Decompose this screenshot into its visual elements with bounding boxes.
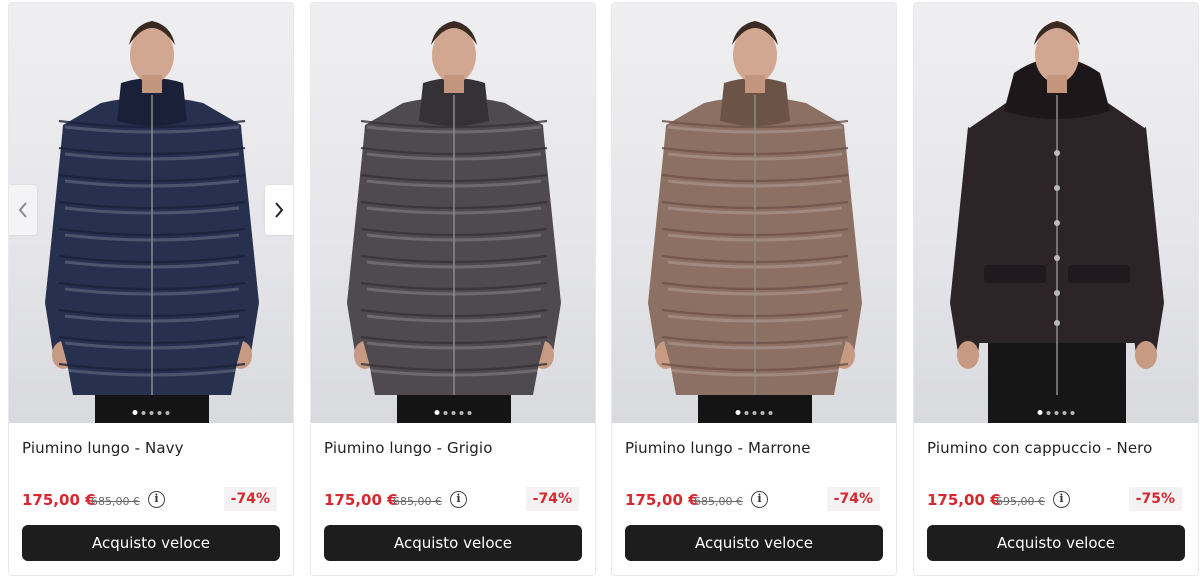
carousel-dot[interactable] — [752, 410, 757, 415]
carousel-dot[interactable] — [165, 410, 170, 415]
chevron-left-icon — [18, 202, 27, 218]
carousel-dots — [1037, 410, 1075, 415]
carousel-dot[interactable] — [157, 410, 162, 415]
discount-badge: -74% — [826, 487, 880, 511]
info-icon[interactable]: i — [450, 491, 467, 508]
carousel-dot[interactable] — [149, 410, 154, 415]
info-icon[interactable]: i — [148, 491, 165, 508]
original-price: 695,00 € — [996, 495, 1045, 508]
carousel-dot[interactable] — [434, 410, 440, 415]
sale-price: 175,00 € — [927, 491, 1001, 509]
carousel-prev-button[interactable] — [9, 185, 37, 235]
price-row: 175,00 € 695,00 € i -75% — [927, 487, 1185, 513]
quick-buy-button[interactable]: Acquisto veloce — [324, 525, 582, 561]
product-photo[interactable] — [612, 3, 896, 423]
chevron-right-icon — [275, 202, 284, 218]
original-price: 685,00 € — [91, 495, 140, 508]
carousel-dot[interactable] — [1062, 410, 1067, 415]
sale-price: 175,00 € — [22, 491, 96, 509]
carousel-dot[interactable] — [443, 410, 448, 415]
discount-badge: -74% — [223, 487, 277, 511]
product-photo[interactable] — [9, 3, 293, 423]
product-card[interactable]: Piumino lungo - Grigio 175,00 € 685,00 €… — [310, 2, 596, 576]
product-photo[interactable] — [311, 3, 595, 423]
discount-badge: -75% — [1128, 487, 1182, 511]
discount-badge: -74% — [525, 487, 579, 511]
carousel-dot[interactable] — [132, 410, 138, 415]
product-title[interactable]: Piumino lungo - Marrone — [625, 439, 811, 457]
carousel-dot[interactable] — [760, 410, 765, 415]
price-row: 175,00 € 685,00 € i -74% — [625, 487, 883, 513]
sale-price: 175,00 € — [324, 491, 398, 509]
product-image-carousel[interactable] — [612, 3, 896, 423]
product-title[interactable]: Piumino lungo - Grigio — [324, 439, 492, 457]
info-icon[interactable]: i — [751, 491, 768, 508]
carousel-dot[interactable] — [1037, 410, 1043, 415]
product-card[interactable]: Piumino con cappuccio - Nero 175,00 € 69… — [913, 2, 1199, 576]
original-price: 685,00 € — [393, 495, 442, 508]
quick-buy-button[interactable]: Acquisto veloce — [22, 525, 280, 561]
carousel-dot[interactable] — [451, 410, 456, 415]
price-row: 175,00 € 685,00 € i -74% — [22, 487, 280, 513]
product-image-carousel[interactable] — [311, 3, 595, 423]
carousel-dot[interactable] — [768, 410, 773, 415]
product-grid: Piumino lungo - Navy 175,00 € 685,00 € i… — [0, 0, 1200, 580]
original-price: 685,00 € — [694, 495, 743, 508]
carousel-dot[interactable] — [1054, 410, 1059, 415]
carousel-dot[interactable] — [744, 410, 749, 415]
info-icon[interactable]: i — [1053, 491, 1070, 508]
carousel-dot[interactable] — [141, 410, 146, 415]
product-photo[interactable] — [914, 3, 1198, 423]
product-card[interactable]: Piumino lungo - Marrone 175,00 € 685,00 … — [611, 2, 897, 576]
price-row: 175,00 € 685,00 € i -74% — [324, 487, 582, 513]
carousel-dot[interactable] — [1070, 410, 1075, 415]
quick-buy-button[interactable]: Acquisto veloce — [625, 525, 883, 561]
product-image-carousel[interactable] — [914, 3, 1198, 423]
carousel-dots — [434, 410, 472, 415]
product-image-carousel[interactable] — [9, 3, 293, 423]
carousel-dot[interactable] — [467, 410, 472, 415]
quick-buy-button[interactable]: Acquisto veloce — [927, 525, 1185, 561]
carousel-dot[interactable] — [1046, 410, 1051, 415]
carousel-dots — [735, 410, 773, 415]
carousel-dot[interactable] — [459, 410, 464, 415]
product-title[interactable]: Piumino con cappuccio - Nero — [927, 439, 1152, 457]
carousel-next-button[interactable] — [265, 185, 293, 235]
carousel-dots — [132, 410, 170, 415]
carousel-dot[interactable] — [735, 410, 741, 415]
product-title[interactable]: Piumino lungo - Navy — [22, 439, 184, 457]
sale-price: 175,00 € — [625, 491, 699, 509]
product-card[interactable]: Piumino lungo - Navy 175,00 € 685,00 € i… — [8, 2, 294, 576]
